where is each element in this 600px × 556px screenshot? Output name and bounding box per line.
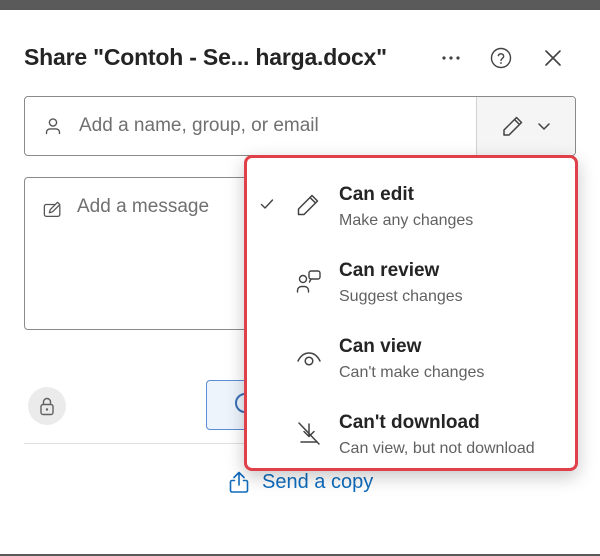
menu-item-subtitle: Suggest changes [339,288,463,305]
send-copy-label: Send a copy [262,470,374,493]
help-circle-icon [490,47,512,69]
menu-item-title: Can edit [339,184,414,205]
permission-menu: Can edit Make any changes Can review Sug… [244,155,578,471]
menu-item-title: Can review [339,260,440,281]
close-button[interactable] [537,42,569,74]
lock-icon [39,396,55,416]
recipients-field [24,96,576,156]
more-options-button[interactable] [435,42,467,74]
menu-item-can-view[interactable]: Can view Can't make changes [247,318,575,390]
share-upload-icon [228,470,250,494]
menu-item-subtitle: Can't make changes [339,364,485,381]
menu-item-can-edit[interactable]: Can edit Make any changes [247,166,575,238]
menu-item-cant-download[interactable]: Can't download Can view, but not downloa… [247,394,575,466]
person-icon [43,116,63,136]
send-copy-button[interactable]: Send a copy [228,470,373,494]
help-button[interactable] [485,42,517,74]
chevron-down-icon [537,121,551,131]
more-horizontal-icon [441,55,461,61]
compose-icon [43,200,63,220]
close-icon [544,49,562,67]
menu-item-subtitle: Can view, but not download [339,440,535,457]
share-dialog: Share "Contoh - Se... harga.docx" Add a … [0,10,600,554]
dialog-title: Share "Contoh - Se... harga.docx" [24,44,387,70]
link-settings-button[interactable] [28,387,66,425]
pencil-icon [501,114,525,138]
pencil-icon [295,192,323,220]
eye-icon [295,344,323,372]
menu-item-title: Can view [339,336,422,357]
no-download-icon [295,420,323,448]
permission-dropdown-button[interactable] [476,97,575,155]
recipients-input[interactable] [77,114,461,138]
menu-item-title: Can't download [339,412,480,433]
review-icon [295,268,323,296]
menu-item-subtitle: Make any changes [339,212,474,229]
menu-item-can-review[interactable]: Can review Suggest changes [247,242,575,314]
checkmark-icon [259,196,275,212]
